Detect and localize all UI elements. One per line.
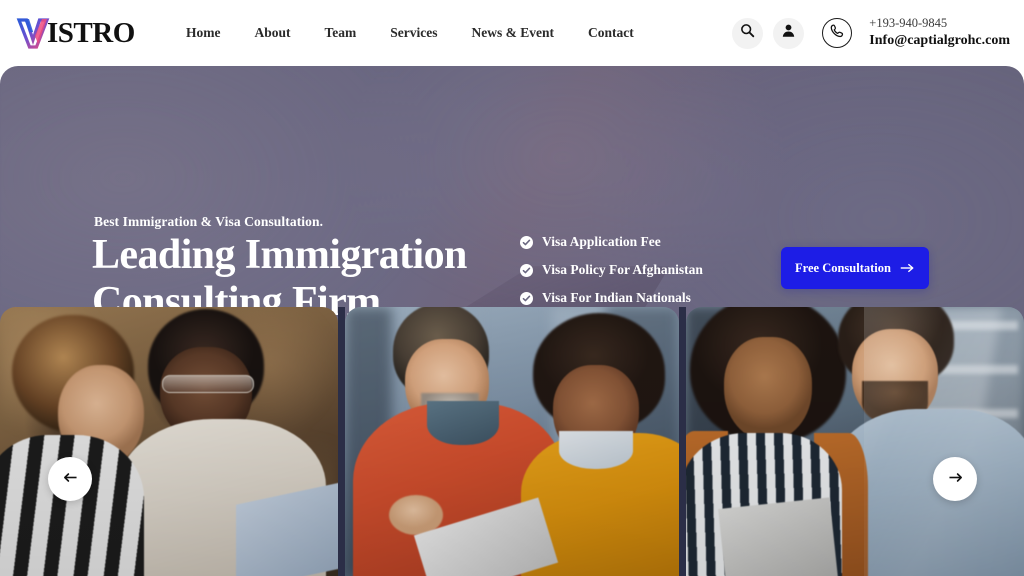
user-account-icon [781, 23, 796, 43]
brand-logo[interactable]: ISTRO [16, 13, 135, 53]
arrow-right-icon [900, 261, 915, 276]
carousel-slide-1[interactable] [0, 307, 338, 576]
feature-item: Visa Policy For Afghanistan [520, 262, 703, 278]
v-logo-icon [16, 16, 50, 50]
page-root: ISTRO Home About Team Services News & Ev… [0, 0, 1024, 576]
main-navigation: Home About Team Services News & Event Co… [169, 19, 651, 47]
arrow-right-icon [947, 470, 964, 488]
check-circle-icon [520, 235, 533, 249]
slide-image-consultation-desk [0, 307, 338, 576]
contact-details: +193-940-9845 Info@captialgrohc.com [869, 16, 1010, 49]
feature-label: Visa Policy For Afghanistan [542, 262, 703, 277]
slide-image-team-tablet [345, 307, 679, 576]
hero-content: Best Immigration & Visa Consultation. Le… [0, 66, 1024, 325]
carousel-prev-button[interactable] [48, 457, 92, 501]
search-icon [740, 23, 755, 43]
phone-call-icon [829, 23, 845, 44]
contact-phone[interactable]: +193-940-9845 [869, 16, 1010, 32]
feature-item: Visa Application Fee [520, 234, 703, 250]
nav-item-news-event[interactable]: News & Event [455, 19, 572, 47]
nav-item-about[interactable]: About [238, 19, 308, 47]
check-circle-icon [520, 263, 533, 277]
search-button[interactable] [732, 17, 764, 49]
carousel-next-button[interactable] [933, 457, 977, 501]
free-consultation-button[interactable]: Free Consultation [781, 247, 929, 289]
header-actions: +193-940-9845 Info@captialgrohc.com [732, 0, 1010, 66]
nav-item-contact[interactable]: Contact [571, 19, 651, 47]
brand-logo-text: ISTRO [47, 16, 135, 49]
hero-carousel [0, 307, 1024, 576]
carousel-slide-3[interactable] [686, 307, 1024, 576]
feature-item: Visa For Indian Nationals [520, 290, 703, 306]
account-button[interactable] [773, 17, 805, 49]
arrow-left-icon [62, 470, 79, 488]
nav-item-services[interactable]: Services [373, 19, 454, 47]
feature-label: Visa For Indian Nationals [542, 290, 691, 305]
check-circle-icon [520, 291, 533, 305]
nav-item-home[interactable]: Home [169, 19, 238, 47]
hero-title-line-1: Leading Immigration [92, 232, 467, 278]
free-consultation-label: Free Consultation [795, 260, 891, 275]
site-header: ISTRO Home About Team Services News & Ev… [0, 0, 1024, 66]
hero-feature-list: Visa Application Fee Visa Policy For Afg… [520, 234, 703, 318]
feature-label: Visa Application Fee [542, 234, 661, 249]
slide-image-clients-office [686, 307, 1024, 576]
hero-eyebrow: Best Immigration & Visa Consultation. [94, 214, 324, 229]
carousel-slide-2[interactable] [345, 307, 679, 576]
phone-call-button[interactable] [822, 18, 853, 48]
contact-email[interactable]: Info@captialgrohc.com [869, 32, 1010, 50]
nav-item-team[interactable]: Team [308, 19, 374, 47]
